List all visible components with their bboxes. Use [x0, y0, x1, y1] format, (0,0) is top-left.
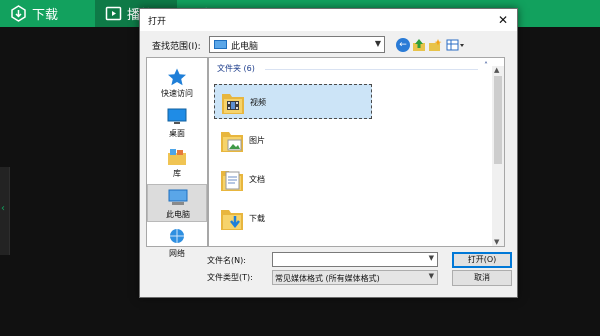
star-icon [168, 68, 186, 86]
filename-field[interactable]: ▼ [272, 252, 438, 267]
places-bar: 快速访问 桌面 库 此电脑 网络 [146, 57, 208, 258]
cancel-button[interactable]: 取消 [452, 270, 512, 286]
chevron-down-icon[interactable]: ▼ [429, 254, 434, 262]
file-list[interactable]: 文件夹 (6) ˄ 视频 图片 文档 下载 ▲ ▼ [208, 57, 505, 247]
play-tab-icon [105, 6, 122, 21]
downloads-folder-icon [221, 210, 243, 230]
place-network[interactable]: 网络 [147, 224, 207, 262]
chevron-down-icon: ▼ [374, 39, 381, 48]
list-item-documents[interactable]: 文档 [214, 162, 372, 197]
list-item-downloads[interactable]: 下载 [214, 201, 372, 236]
view-menu-icon[interactable] [446, 38, 466, 52]
up-folder-icon[interactable] [412, 38, 426, 52]
chevron-left-icon: ‹ [1, 203, 5, 214]
filetype-label: 文件类型(T): [207, 273, 253, 282]
group-divider [265, 69, 478, 70]
filename-label: 文件名(N): [207, 256, 246, 265]
place-label: 网络 [169, 249, 185, 258]
place-this-pc[interactable]: 此电脑 [147, 184, 207, 222]
side-panel-handle[interactable]: ‹ [0, 167, 10, 255]
back-icon[interactable]: ← [396, 38, 410, 52]
pictures-folder-icon [221, 132, 243, 152]
item-label: 视频 [250, 98, 266, 107]
list-item-pictures[interactable]: 图片 [214, 123, 372, 158]
item-label: 下载 [249, 214, 265, 223]
scroll-up-icon[interactable]: ▲ [494, 66, 499, 74]
group-header: 文件夹 (6) [217, 64, 255, 73]
dialog-title: 打开 [148, 17, 167, 27]
desktop-icon [167, 108, 187, 124]
place-label: 此电脑 [166, 210, 190, 219]
scroll-down-icon[interactable]: ▼ [494, 238, 499, 246]
new-folder-icon[interactable] [428, 38, 442, 52]
place-libraries[interactable]: 库 [147, 144, 207, 182]
open-button[interactable]: 打开(O) [452, 252, 512, 268]
computer-icon [168, 189, 188, 205]
library-icon [168, 149, 186, 165]
item-label: 文档 [249, 175, 265, 184]
video-folder-icon [222, 94, 244, 114]
item-label: 图片 [249, 136, 265, 145]
place-label: 桌面 [169, 129, 185, 138]
place-label: 快速访问 [161, 89, 193, 98]
scroll-thumb[interactable] [494, 76, 502, 164]
open-file-dialog: 打开 ✕ 查找范围(I): 此电脑 ▼ ← 快速访问 桌面 库 此电脑 网络 文… [139, 8, 518, 298]
download-tab-icon [11, 5, 26, 22]
window-control-icon[interactable] [578, 0, 600, 27]
place-quick-access[interactable]: 快速访问 [147, 64, 207, 102]
filetype-select[interactable]: 常见媒体格式 (所有媒体格式) ▼ [272, 270, 438, 285]
filetype-value: 常见媒体格式 (所有媒体格式) [275, 274, 380, 283]
documents-folder-icon [221, 171, 243, 191]
place-label: 库 [173, 169, 181, 178]
list-item-videos[interactable]: 视频 [214, 84, 372, 119]
tab-download[interactable]: 下载 [0, 0, 95, 27]
computer-icon [214, 40, 227, 49]
dialog-title-bar[interactable]: 打开 ✕ [140, 9, 517, 31]
chevron-down-icon: ▼ [428, 272, 434, 280]
look-in-value: 此电脑 [231, 42, 259, 52]
look-in-label: 查找范围(I): [152, 42, 201, 52]
music-folder-icon [220, 244, 244, 247]
place-desktop[interactable]: 桌面 [147, 104, 207, 142]
list-item-music[interactable]: 音乐 [214, 240, 372, 247]
look-in-combobox[interactable]: 此电脑 ▼ [209, 36, 385, 53]
tab-download-label: 下载 [32, 8, 59, 23]
vertical-scrollbar[interactable]: ▲ ▼ [492, 66, 504, 246]
chevron-up-icon[interactable]: ˄ [484, 61, 488, 70]
network-icon [170, 229, 184, 243]
close-icon[interactable]: ✕ [495, 12, 511, 28]
